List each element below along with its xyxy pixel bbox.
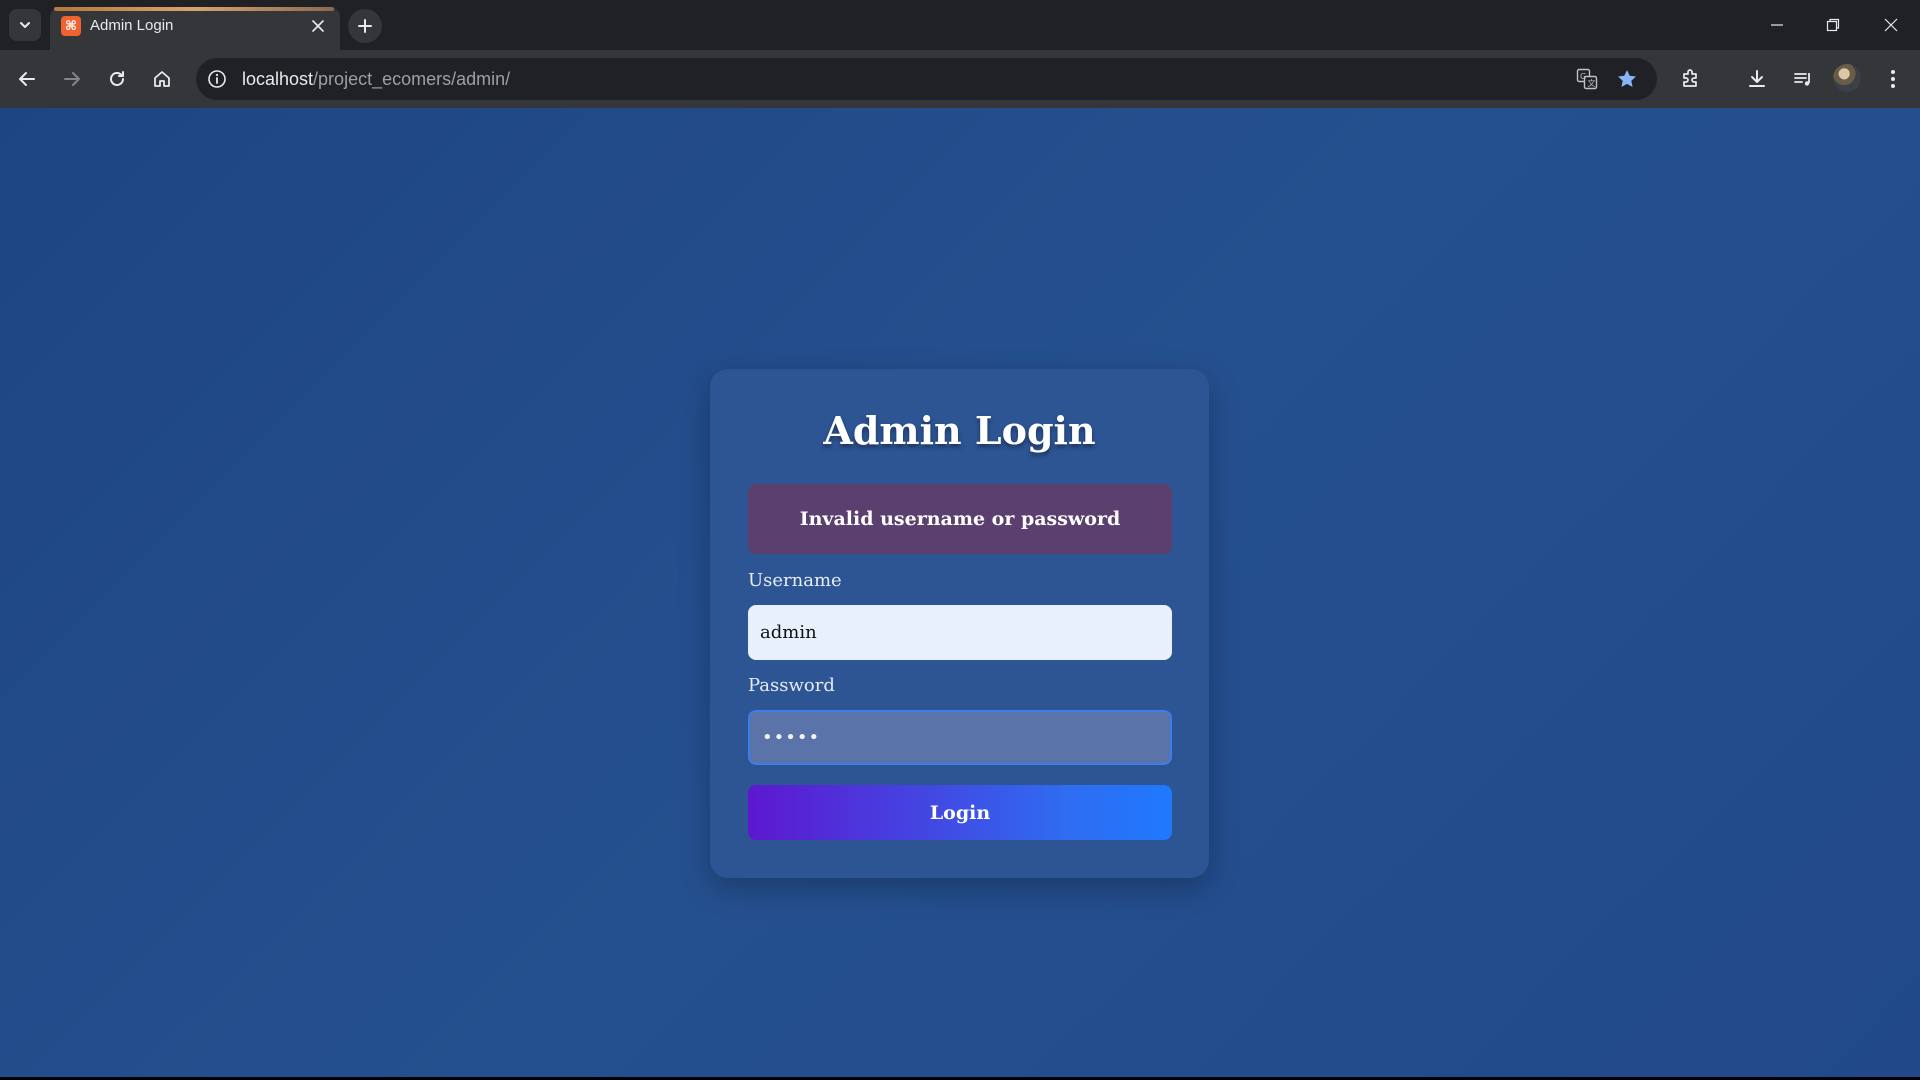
svg-text:文: 文	[1588, 78, 1596, 88]
menu-button[interactable]	[1877, 63, 1909, 95]
tab-search-button[interactable]	[9, 9, 41, 41]
url-text[interactable]: localhost/project_ecomers/admin/	[242, 58, 510, 100]
new-tab-button[interactable]	[348, 9, 382, 43]
site-info-button[interactable]	[204, 66, 230, 92]
info-icon	[207, 69, 227, 89]
forward-button[interactable]	[56, 63, 88, 95]
url-path: /project_ecomers/admin/	[313, 69, 511, 89]
arrow-left-icon	[17, 69, 37, 89]
svg-text:G: G	[1580, 72, 1586, 81]
minimize-button[interactable]	[1760, 8, 1794, 42]
tab-loading-bar	[54, 7, 334, 11]
username-label: Username	[748, 570, 842, 591]
close-icon	[312, 20, 324, 32]
bookmark-button[interactable]	[1613, 65, 1641, 93]
address-bar[interactable]: localhost/project_ecomers/admin/ G文	[196, 58, 1657, 100]
tab-strip: ⌘ Admin Login	[0, 0, 1920, 50]
back-button[interactable]	[11, 63, 43, 95]
tab-admin-login[interactable]: ⌘ Admin Login	[50, 7, 340, 50]
puzzle-icon	[1680, 68, 1702, 90]
close-icon	[1884, 18, 1898, 32]
restore-icon	[1826, 18, 1840, 32]
home-icon	[152, 69, 172, 89]
tab-title: Admin Login	[90, 17, 174, 34]
more-vert-icon	[1890, 69, 1896, 89]
restore-button[interactable]	[1816, 8, 1850, 42]
login-card: Admin Login Invalid username or password…	[710, 369, 1209, 878]
profile-avatar[interactable]	[1833, 64, 1861, 92]
url-host: localhost	[242, 69, 314, 89]
close-window-button[interactable]	[1874, 8, 1908, 42]
media-controls-button[interactable]	[1787, 63, 1819, 95]
download-icon	[1746, 68, 1768, 90]
arrow-right-icon	[62, 69, 82, 89]
password-label: Password	[748, 675, 835, 696]
translate-button[interactable]: G文	[1573, 65, 1601, 93]
page-body: Admin Login Invalid username or password…	[0, 108, 1920, 1077]
plus-icon	[357, 18, 373, 34]
browser-toolbar: localhost/project_ecomers/admin/ G文	[0, 50, 1920, 108]
home-button[interactable]	[146, 63, 178, 95]
xampp-favicon-icon: ⌘	[61, 16, 81, 36]
error-alert: Invalid username or password	[748, 484, 1172, 554]
reload-icon	[107, 69, 127, 89]
tab-close-button[interactable]	[306, 14, 330, 38]
username-input[interactable]	[748, 605, 1172, 660]
translate-icon: G文	[1576, 68, 1598, 90]
login-button[interactable]: Login	[748, 785, 1172, 840]
chevron-down-icon	[18, 18, 32, 32]
reload-button[interactable]	[101, 63, 133, 95]
playlist-icon	[1792, 68, 1814, 90]
minimize-icon	[1770, 18, 1784, 32]
login-title: Admin Login	[823, 408, 1096, 453]
downloads-button[interactable]	[1741, 63, 1773, 95]
password-input[interactable]	[748, 710, 1172, 765]
extensions-button[interactable]	[1675, 63, 1707, 95]
star-icon	[1616, 68, 1638, 90]
